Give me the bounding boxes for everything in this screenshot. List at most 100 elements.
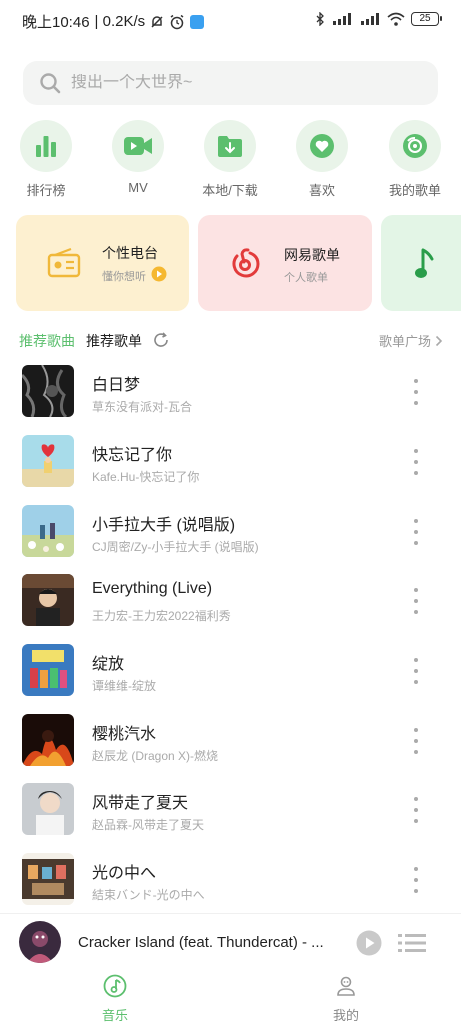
quick-nav-local-download[interactable]: 本地/下载	[184, 120, 276, 199]
bottom-nav: 音乐 我的	[0, 972, 461, 1024]
chevron-right-icon	[435, 335, 443, 346]
music-note-icon	[415, 248, 434, 278]
card-netease-playlist[interactable]: 网易歌单 个人歌单	[198, 215, 372, 311]
playlist-queue-icon[interactable]	[398, 933, 426, 953]
song-title: 绽放	[92, 656, 125, 673]
song-title: 樱桃汽水	[92, 726, 157, 743]
bar-chart-icon	[36, 136, 56, 157]
song-artist-album: 谭维维-绽放	[92, 679, 156, 693]
status-bar: 晚上10:46 | 0.2K/s 25	[0, 0, 461, 40]
now-playing-title[interactable]: Cracker Island (feat. Thundercat) - ...	[78, 934, 328, 951]
card-title: 网易歌单	[284, 247, 340, 263]
download-folder-icon	[218, 136, 242, 157]
video-camera-icon	[124, 137, 152, 155]
song-title: 光の中へ	[92, 865, 157, 882]
song-title: 白日梦	[92, 377, 141, 394]
section-header: 推荐歌曲 推荐歌单 歌单广场	[0, 328, 461, 352]
alarm-icon	[170, 14, 184, 29]
song-title: 快忘记了你	[92, 447, 173, 464]
song-artist-album: 草东没有派对-瓦合	[92, 400, 192, 414]
mini-player[interactable]: Cracker Island (feat. Thundercat) - ...	[0, 913, 461, 971]
song-artist-album: 赵辰龙 (Dragon X)-燃烧	[92, 749, 219, 763]
netease-icon	[232, 248, 260, 278]
more-options-icon[interactable]	[408, 867, 424, 893]
bluetooth-icon	[316, 12, 324, 26]
song-row[interactable]: Everything (Live) 王力宏-王力宏2022福利秀	[0, 574, 461, 630]
more-options-icon[interactable]	[408, 797, 424, 823]
more-options-icon[interactable]	[408, 519, 424, 545]
nav-mine[interactable]: 我的	[306, 974, 386, 1024]
song-row[interactable]: 白日梦 草东没有派对-瓦合	[0, 365, 461, 421]
card-third[interactable]	[381, 215, 461, 311]
quick-nav-label: 喜欢	[308, 183, 335, 198]
vinyl-icon	[403, 134, 427, 158]
more-options-icon[interactable]	[408, 379, 424, 405]
heart-icon	[310, 134, 334, 158]
quick-nav-label: 本地/下载	[202, 183, 258, 198]
song-artist-album: 赵品霖-风带走了夏天	[92, 818, 204, 832]
quick-nav: 排行榜 MV 本地/下载 喜欢 我的歌单	[0, 120, 461, 200]
nav-music[interactable]: 音乐	[75, 974, 155, 1024]
mute-icon	[151, 15, 163, 28]
quick-nav-favorites[interactable]: 喜欢	[276, 120, 368, 199]
song-cover	[22, 574, 74, 626]
play-button-icon[interactable]	[356, 930, 382, 956]
song-row[interactable]: 樱桃汽水 赵辰龙 (Dragon X)-燃烧	[0, 714, 461, 770]
song-title: 风带走了夏天	[92, 795, 189, 812]
quick-nav-label: 我的歌单	[388, 183, 441, 198]
quick-nav-my-playlists[interactable]: 我的歌单	[369, 120, 461, 199]
card-title: 个性电台	[102, 245, 158, 261]
song-artist-album: 王力宏-王力宏2022福利秀	[92, 609, 231, 623]
song-artist-album: CJ周密/Zy-小手拉大手 (说唱版)	[92, 540, 259, 554]
song-artist-album: 結束バンド-光の中へ	[92, 888, 205, 902]
song-cover	[22, 853, 74, 905]
quick-nav-ranking[interactable]: 排行榜	[0, 120, 92, 199]
song-cover	[22, 644, 74, 696]
signal-icon-2	[361, 13, 379, 25]
song-row[interactable]: 光の中へ 結束バンド-光の中へ	[0, 853, 461, 909]
song-row[interactable]: 快忘记了你 Kafe.Hu-快忘记了你	[0, 435, 461, 491]
song-row[interactable]: 风带走了夏天 赵品霖-风带走了夏天	[0, 783, 461, 839]
feature-cards: 个性电台 懂你想听 网易歌单 个人歌单	[0, 215, 461, 311]
music-disc-icon	[103, 974, 127, 998]
refresh-icon[interactable]	[152, 331, 170, 349]
more-options-icon[interactable]	[408, 728, 424, 754]
playlist-square-link[interactable]: 歌单广场	[379, 331, 443, 350]
card-subtitle: 个人歌单	[284, 272, 328, 284]
play-circle-icon[interactable]	[151, 266, 167, 282]
tab-recommended-songs[interactable]: 推荐歌曲	[19, 331, 75, 351]
nav-label: 我的	[332, 1008, 359, 1023]
battery-indicator: 25	[411, 12, 442, 26]
song-title: 小手拉大手 (说唱版)	[92, 517, 236, 534]
search-bar[interactable]	[23, 61, 438, 105]
now-playing-cover[interactable]	[19, 921, 61, 963]
user-icon	[337, 976, 355, 996]
playlist-square-label: 歌单广场	[378, 334, 431, 349]
more-options-icon[interactable]	[408, 449, 424, 475]
card-subtitle: 懂你想听	[102, 271, 146, 283]
song-cover	[22, 365, 74, 417]
tab-recommended-playlists[interactable]: 推荐歌单	[86, 331, 142, 351]
song-cover	[22, 435, 74, 487]
song-title: Everything (Live)	[92, 580, 213, 597]
song-row[interactable]: 小手拉大手 (说唱版) CJ周密/Zy-小手拉大手 (说唱版)	[0, 505, 461, 561]
wifi-icon	[387, 12, 405, 26]
cloud-icon	[190, 14, 205, 29]
nav-label: 音乐	[101, 1008, 128, 1023]
more-options-icon[interactable]	[408, 588, 424, 614]
quick-nav-mv[interactable]: MV	[92, 120, 184, 195]
signal-icon	[333, 13, 351, 25]
status-net-speed: | 0.2K/s	[94, 13, 146, 30]
more-options-icon[interactable]	[408, 658, 424, 684]
search-icon	[40, 73, 61, 94]
song-cover	[22, 783, 74, 835]
song-cover	[22, 505, 74, 557]
song-row[interactable]: 绽放 谭维维-绽放	[0, 644, 461, 700]
quick-nav-label: 排行榜	[26, 183, 66, 198]
radio-icon	[47, 248, 81, 278]
quick-nav-label: MV	[128, 180, 148, 195]
search-input[interactable]	[71, 74, 411, 92]
song-cover	[22, 714, 74, 766]
status-time: 晚上10:46	[22, 14, 90, 31]
card-personal-radio[interactable]: 个性电台 懂你想听	[16, 215, 189, 311]
